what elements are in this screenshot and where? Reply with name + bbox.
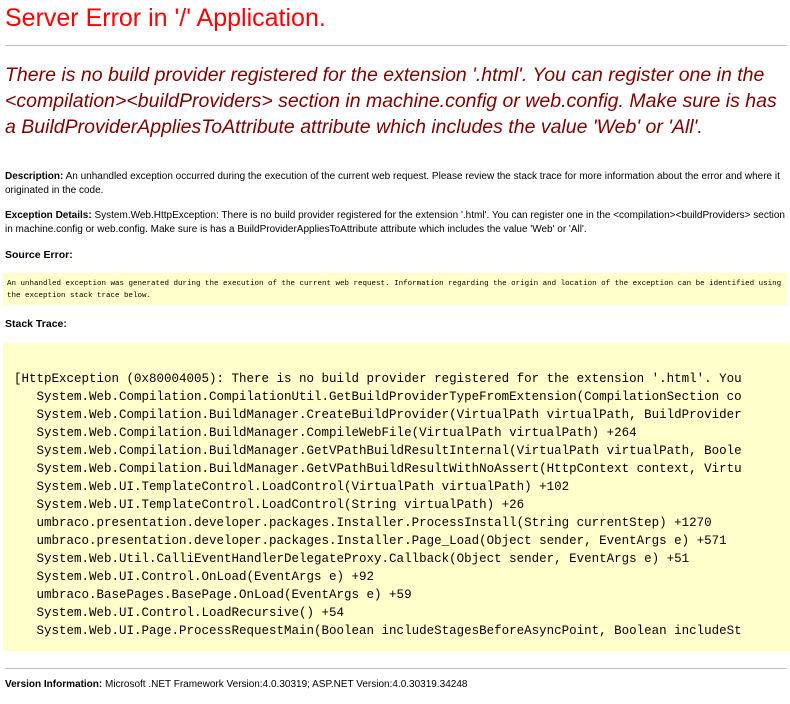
divider-bottom [5,668,787,669]
stack-trace-line: System.Web.Compilation.BuildManager.GetV… [14,462,742,476]
stack-trace-lines: [HttpException (0x80004005): There is no… [14,370,742,640]
stack-trace-line: System.Web.Util.CalliEventHandlerDelegat… [14,552,690,566]
page-title: Server Error in '/' Application. [5,4,326,32]
stack-trace-line: System.Web.Compilation.BuildManager.Crea… [14,408,742,422]
stack-trace-line: umbraco.presentation.developer.packages.… [14,516,712,530]
stack-trace-line: System.Web.UI.Control.LoadRecursive() +5… [14,606,345,620]
stack-trace-line: System.Web.UI.TemplateControl.LoadContro… [14,480,570,494]
stack-trace-line: umbraco.presentation.developer.packages.… [14,534,727,548]
stack-trace-box: [HttpException (0x80004005): There is no… [3,343,790,651]
stack-trace-line: System.Web.UI.Page.ProcessRequestMain(Bo… [14,624,742,638]
stack-trace-line: System.Web.UI.Control.OnLoad(EventArgs e… [14,570,375,584]
stack-trace-line: System.Web.UI.TemplateControl.LoadContro… [14,498,525,512]
divider-top [5,45,787,46]
stack-trace-line: [HttpException (0x80004005): There is no… [14,372,742,386]
source-error-label: Source Error: [5,249,73,261]
exception-details-text: System.Web.HttpException: There is no bu… [5,210,785,235]
version-info-text: Microsoft .NET Framework Version:4.0.303… [105,679,468,690]
description-section: Description: An unhandled exception occu… [5,170,787,198]
stack-trace-line: System.Web.Compilation.BuildManager.GetV… [14,444,742,458]
exception-details-section: Exception Details: System.Web.HttpExcept… [5,209,787,237]
source-error-text: An unhandled exception was generated dur… [7,280,782,300]
source-error-box: An unhandled exception was generated dur… [3,273,787,305]
version-info-section: Version Information: Microsoft .NET Fram… [5,678,787,692]
stack-trace-line: System.Web.Compilation.BuildManager.Comp… [14,426,637,440]
error-message: There is no build provider registered fo… [5,64,777,138]
description-text: An unhandled exception occurred during t… [5,171,780,196]
exception-details-label: Exception Details: [5,210,92,221]
stack-trace-line: umbraco.BasePages.BasePage.OnLoad(EventA… [14,588,412,602]
stack-trace-label: Stack Trace: [5,318,67,330]
version-info-label: Version Information: [5,679,103,690]
stack-trace-line: System.Web.Compilation.CompilationUtil.G… [14,390,742,404]
description-label: Description: [5,171,64,182]
